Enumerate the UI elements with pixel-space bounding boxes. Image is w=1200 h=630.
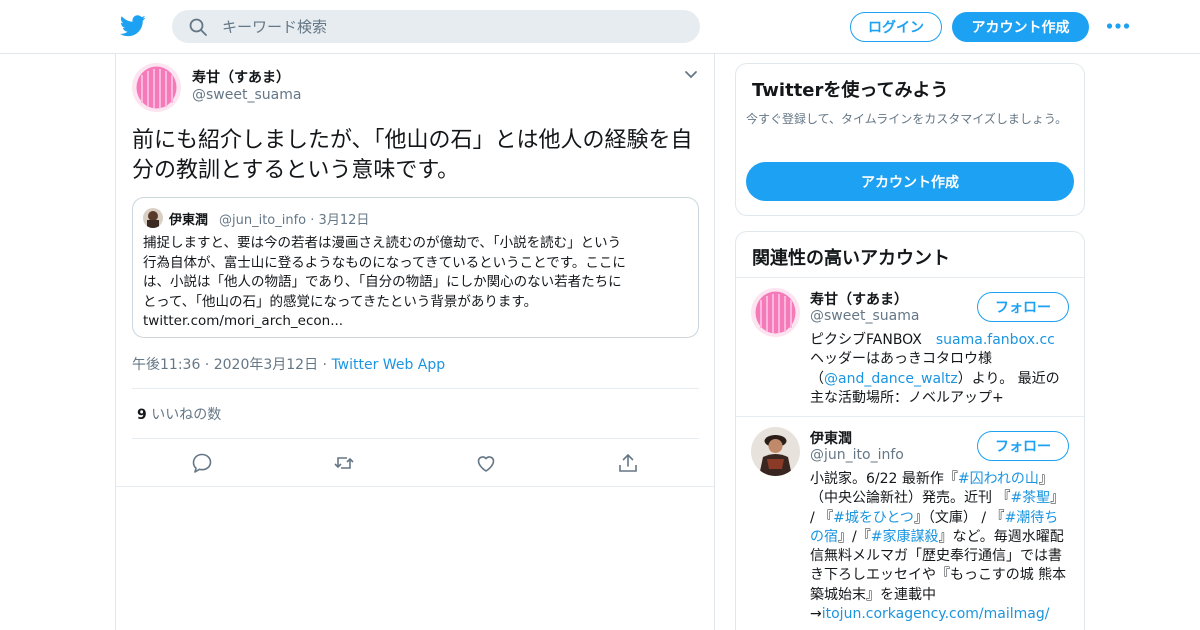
search-input[interactable]: [222, 10, 682, 43]
quoted-date: 3月12日: [318, 213, 370, 228]
avatar[interactable]: [751, 288, 800, 337]
bio-link[interactable]: suama.fanbox.cc: [936, 332, 1055, 348]
likes-stat[interactable]: 9 いいねの数: [137, 404, 221, 424]
divider: [132, 438, 699, 439]
search-box[interactable]: [172, 10, 700, 43]
reply-icon[interactable]: [191, 452, 213, 474]
account-bio: 小説家。6/22 最新作『#囚われの山』（中央公論新社）発売。近刊 『#茶聖』 …: [810, 470, 1072, 624]
quoted-author-meta: @jun_ito_info · 3月12日: [219, 209, 369, 228]
follow-button[interactable]: フォロー: [977, 292, 1069, 322]
author-name[interactable]: 寿甘（すあま）: [192, 67, 290, 87]
separator-dot: ·: [318, 357, 332, 373]
quoted-tweet[interactable]: 伊東潤 @jun_ito_info · 3月12日 捕捉しますと、要は今の若者は…: [132, 197, 699, 338]
signup-promo-card: Twitterを使ってみよう 今すぐ登録して、タイムラインをカスタマイズしましょ…: [735, 63, 1085, 216]
bio-text: 』/『: [838, 528, 871, 545]
divider: [116, 486, 714, 487]
promo-title: Twitterを使ってみよう: [752, 80, 949, 101]
promo-description: 今すぐ登録して、タイムラインをカスタマイズしましょう。: [746, 112, 1068, 126]
bio-hashtag-link[interactable]: #城をひとつ: [833, 510, 914, 526]
bio-hashtag-link[interactable]: #囚われの山: [958, 471, 1039, 487]
tweet-detail: 寿甘（すあま） @sweet_suama 前にも紹介しましたが、「他山の石」とは…: [115, 54, 715, 630]
divider: [132, 388, 699, 389]
related-account[interactable]: 伊東潤 @jun_ito_info フォロー 小説家。6/22 最新作『#囚われ…: [736, 417, 1084, 630]
share-icon[interactable]: [617, 452, 639, 474]
retweet-icon[interactable]: [333, 452, 355, 474]
bio-hashtag-link[interactable]: #茶聖: [1010, 490, 1050, 506]
chevron-down-icon[interactable]: [684, 70, 698, 80]
avatar[interactable]: [132, 63, 181, 112]
bio-mention-link[interactable]: @and_dance_waltz: [824, 371, 958, 387]
quoted-author-name: 伊東潤: [169, 213, 209, 228]
quoted-text-line: 行為自体が、富士山に登るようなものになってきているということです。ここに: [143, 254, 626, 271]
tweet-date[interactable]: 2020年3月12日: [214, 357, 318, 373]
search-icon: [189, 18, 207, 36]
twitter-bird-icon[interactable]: [120, 14, 146, 38]
quoted-author-handle: @jun_ito_info: [219, 213, 307, 228]
tweet-meta: 午後11:36 · 2020年3月12日 · Twitter Web App: [132, 354, 445, 374]
related-account[interactable]: 寿甘（すあま） @sweet_suama フォロー ピクシブFANBOX sua…: [736, 278, 1084, 416]
separator-dot: ·: [200, 357, 214, 373]
separator-dot: ·: [310, 213, 319, 228]
quoted-avatar: [143, 208, 163, 228]
likes-count: 9: [137, 407, 147, 423]
account-bio: ピクシブFANBOX suama.fanbox.cc ヘッダーはあっきコタロウ様（…: [810, 331, 1072, 408]
tweet-app-link[interactable]: Twitter Web App: [331, 357, 445, 373]
account-name[interactable]: 寿甘（すあま）: [810, 289, 908, 309]
avatar[interactable]: [751, 427, 800, 476]
related-accounts-card: 関連性の高いアカウント 寿甘（すあま） @sweet_suama フォロー ピク…: [735, 231, 1085, 630]
author-handle[interactable]: @sweet_suama: [192, 87, 301, 103]
related-title: 関連性の高いアカウント: [752, 248, 950, 269]
tweet-actions: [116, 452, 716, 476]
quoted-text: 捕捉しますと、要は今の若者は漫画さえ読むのが億劫で、「小説を読む」という 行為自…: [143, 234, 691, 332]
more-dots-icon[interactable]: [1106, 20, 1130, 32]
account-handle[interactable]: @sweet_suama: [810, 308, 919, 324]
bio-text: 小説家。6/22 最新作『: [810, 471, 958, 487]
likes-label: いいねの数: [151, 407, 222, 423]
promo-signup-button[interactable]: アカウント作成: [746, 162, 1074, 201]
tweet-text: 前にも紹介しましたが、「他山の石」とは他人の経験を自分の教訓とするという意味です…: [132, 128, 693, 183]
bio-link[interactable]: itojun.corkagency.com/mailmag/: [822, 606, 1050, 622]
quoted-link[interactable]: twitter.com/mori_arch_econ...: [143, 312, 691, 332]
login-button[interactable]: ログイン: [850, 12, 942, 42]
quoted-text-line: は、小説は「他人の物語」であり、「自分の物語」にしか関心のない若者たちに: [143, 274, 622, 290]
top-bar: ログイン アカウント作成: [0, 0, 1200, 54]
bio-text: ピクシブFANBOX: [810, 332, 936, 348]
quoted-text-line: 捕捉しますと、要は今の若者は漫画さえ読むのが億劫で、「小説を読む」という: [143, 235, 622, 251]
bio-text: 』（文庫） / 『: [913, 509, 1005, 526]
bio-hashtag-link[interactable]: #家康謀殺: [871, 529, 939, 545]
quoted-text-line: とって、「他山の石」的感覚になってきたという背景があります。: [143, 293, 538, 310]
follow-button[interactable]: フォロー: [977, 431, 1069, 461]
tweet-time[interactable]: 午後11:36: [132, 357, 200, 373]
account-handle[interactable]: @jun_ito_info: [810, 447, 904, 463]
account-name[interactable]: 伊東潤: [810, 428, 852, 448]
like-icon[interactable]: [475, 452, 497, 474]
signup-button[interactable]: アカウント作成: [952, 12, 1089, 42]
